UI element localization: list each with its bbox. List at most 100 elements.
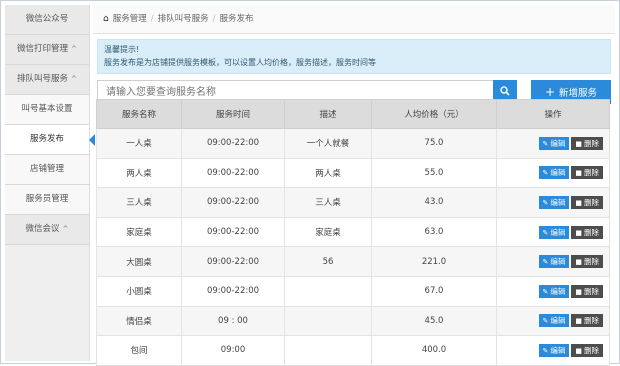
edit-button[interactable]: ✎ 编辑 [538, 314, 570, 328]
edit-icon: ✎ [542, 287, 549, 296]
column-header-desc: 描述 [284, 99, 372, 129]
sidebar: 微信公众号 微信打印管理 ^ 排队叫号服务 ^ 叫号基本设置 服务发布 店铺管理 服… [5, 5, 95, 361]
table-header-row: 服务名称 服务时间 描述 人均价格（元） 操作 [96, 99, 610, 129]
cell-name: 小圆桌 [96, 275, 182, 307]
cell-price: 400.0 [371, 335, 497, 366]
column-header-name: 服务名称 [96, 99, 182, 129]
breadcrumb-separator: / [150, 14, 154, 24]
sidebar-item-queue-settings[interactable]: 叫号基本设置 [5, 95, 89, 125]
table-row: 家庭桌 09:00-22:00 家庭桌 63.0 ✎ 编辑 ■ 删除 [96, 216, 610, 248]
delete-label: 删除 [584, 257, 599, 267]
delete-button[interactable]: ■ 删除 [571, 255, 603, 269]
edit-button[interactable]: ✎ 编辑 [538, 195, 570, 209]
chevron-up-icon: ^ [62, 225, 69, 233]
cell-name: 家庭桌 [96, 216, 182, 248]
sidebar-item-wechat-meeting[interactable]: 微信会议 ^ [5, 215, 89, 245]
notice-alert: 温馨提示! 服务发布是为店铺提供服务模板，可以设置人均价格，服务描述，服务时间等 [97, 39, 611, 74]
trash-icon: ■ [575, 198, 582, 207]
sidebar-item-label: 叫号基本设置 [21, 104, 73, 114]
cell-actions: ✎ 编辑 ■ 删除 [496, 187, 610, 218]
edit-button[interactable]: ✎ 编辑 [538, 166, 570, 180]
sidebar-item-service-publish[interactable]: 服务发布 [5, 125, 95, 155]
table-row: 大圆桌 09:00-22:00 56 221.0 ✎ 编辑 ■ 删除 [96, 246, 610, 277]
edit-label: 编辑 [550, 138, 566, 148]
table-row: 三人桌 09:00-22:00 三人桌 43.0 ✎ 编辑 ■ 删除 [96, 187, 610, 218]
delete-label: 删除 [584, 138, 599, 148]
breadcrumb-separator: / [212, 14, 216, 24]
edit-icon: ✎ [542, 139, 549, 148]
edit-button[interactable]: ✎ 编辑 [538, 284, 570, 298]
trash-icon: ■ [575, 346, 582, 355]
sidebar-item-label: 微信公众号 [25, 14, 69, 24]
trash-icon: ■ [575, 287, 582, 296]
edit-button[interactable]: ✎ 编辑 [538, 225, 570, 239]
cell-desc: 家庭桌 [284, 216, 372, 248]
cell-name: 一人桌 [96, 128, 182, 159]
delete-label: 删除 [584, 286, 599, 296]
cell-price: 43.0 [371, 187, 497, 218]
sidebar-item-label: 微信打印管理 [17, 44, 69, 54]
trash-icon: ■ [575, 258, 582, 267]
edit-label: 编辑 [550, 316, 566, 326]
edit-icon: ✎ [542, 198, 549, 207]
breadcrumb-mid[interactable]: 排队叫号服务 [158, 14, 209, 24]
edit-icon: ✎ [542, 169, 549, 178]
edit-button[interactable]: ✎ 编辑 [538, 136, 570, 150]
delete-button[interactable]: ■ 删除 [571, 225, 603, 239]
table-row: 一人桌 09:00-22:00 一个人就餐 75.0 ✎ 编辑 ■ 删除 [96, 128, 610, 159]
delete-label: 删除 [584, 227, 599, 237]
home-icon[interactable]: ⌂ [103, 14, 109, 24]
alert-title: 温馨提示! [104, 45, 140, 54]
edit-label: 编辑 [550, 227, 566, 237]
delete-button[interactable]: ■ 删除 [571, 314, 603, 328]
delete-button[interactable]: ■ 删除 [571, 166, 603, 180]
edit-button[interactable]: ✎ 编辑 [538, 343, 570, 357]
cell-desc: 56 [284, 246, 372, 277]
cell-name: 三人桌 [96, 187, 182, 218]
edit-label: 编辑 [550, 345, 566, 355]
cell-desc [284, 305, 372, 337]
cell-time: 09 : 00 [181, 305, 285, 337]
column-header-price: 人均价格（元） [371, 99, 497, 129]
cell-actions: ✎ 编辑 ■ 删除 [496, 275, 610, 307]
edit-label: 编辑 [550, 197, 566, 207]
trash-icon: ■ [575, 169, 582, 178]
delete-button[interactable]: ■ 删除 [571, 343, 603, 357]
alert-body: 服务发布是为店铺提供服务模板，可以设置人均价格，服务描述，服务时间等 [104, 58, 376, 67]
cell-desc [284, 335, 372, 366]
breadcrumb-home[interactable]: 服务管理 [113, 14, 147, 24]
table-row: 两人桌 09:00-22:00 两人桌 55.0 ✎ 编辑 ■ 删除 [96, 157, 610, 189]
sidebar-item-label: 服务发布 [29, 134, 64, 144]
delete-label: 删除 [584, 197, 599, 207]
cell-actions: ✎ 编辑 ■ 删除 [496, 216, 610, 248]
cell-time: 09:00-22:00 [181, 275, 285, 307]
cell-price: 45.0 [371, 305, 497, 337]
sidebar-item-waiter-management[interactable]: 服务员管理 [5, 185, 89, 215]
add-service-label: 新增服务 [559, 88, 598, 99]
delete-button[interactable]: ■ 删除 [571, 136, 603, 150]
table-row: 小圆桌 09:00-22:00 67.0 ✎ 编辑 ■ 删除 [96, 275, 610, 307]
edit-icon: ✎ [542, 346, 549, 355]
cell-desc: 两人桌 [284, 157, 372, 189]
sidebar-item-wechat-print[interactable]: 微信打印管理 ^ [5, 35, 89, 65]
sidebar-item-queue-service[interactable]: 排队叫号服务 ^ [5, 65, 89, 95]
service-table: 服务名称 服务时间 描述 人均价格（元） 操作 一人桌 09:00-22:00 一个… [96, 99, 610, 366]
breadcrumb: ⌂ 服务管理 / 排队叫号服务 / 服务发布 [93, 5, 615, 34]
breadcrumb-current: 服务发布 [219, 14, 254, 24]
sidebar-item-wechat-official[interactable]: 微信公众号 [5, 5, 89, 35]
delete-button[interactable]: ■ 删除 [571, 195, 603, 209]
delete-label: 删除 [584, 345, 599, 355]
table-row: 情侣桌 09 : 00 45.0 ✎ 编辑 ■ 删除 [96, 305, 610, 337]
sidebar-item-label: 排队叫号服务 [17, 74, 69, 84]
cell-desc [284, 275, 372, 307]
cell-price: 221.0 [371, 246, 497, 277]
edit-button[interactable]: ✎ 编辑 [538, 255, 570, 269]
cell-actions: ✎ 编辑 ■ 删除 [496, 246, 610, 277]
cell-time: 09:00-22:00 [181, 246, 285, 277]
cell-actions: ✎ 编辑 ■ 删除 [496, 305, 610, 337]
cell-actions: ✎ 编辑 ■ 删除 [496, 128, 610, 159]
sidebar-item-store-management[interactable]: 店铺管理 [5, 155, 89, 185]
cell-time: 09:00 [181, 335, 285, 366]
delete-button[interactable]: ■ 删除 [571, 284, 603, 298]
cell-price: 67.0 [371, 275, 497, 307]
